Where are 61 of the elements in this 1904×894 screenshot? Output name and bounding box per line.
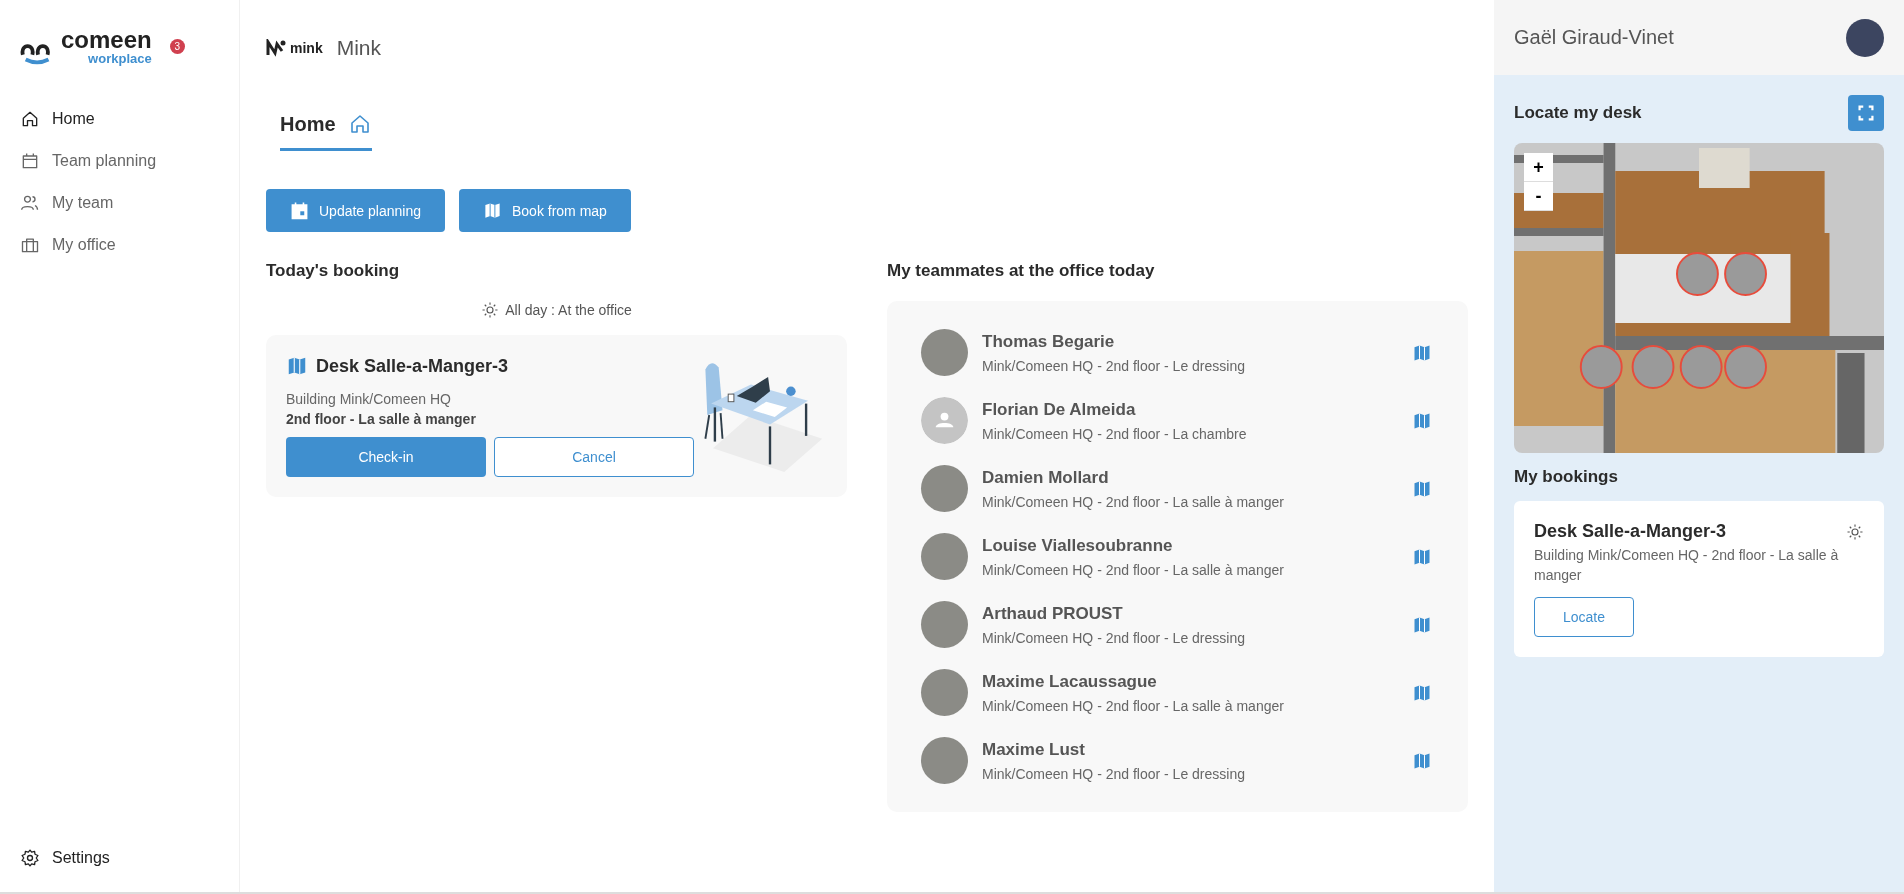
sun-icon — [481, 301, 500, 319]
teammate-name: Arthaud PROUST — [982, 603, 1124, 624]
user-avatar-placeholder[interactable] — [1846, 18, 1884, 57]
map-icon — [286, 355, 308, 377]
avatar-photo-placeholder — [921, 737, 968, 784]
locate-button[interactable]: Locate — [1534, 597, 1634, 638]
teammate-location: Mink/Comeen HQ - 2nd floor - La salle à manger — [982, 493, 1285, 510]
section-title: My teammates at the office today — [887, 261, 1156, 281]
people-icon — [20, 193, 40, 213]
user-name: Gaël Giraud-Vinet — [1514, 26, 1674, 49]
sidebar-item[interactable]: My team — [20, 189, 114, 217]
teammate-name: Damien Mollard — [982, 467, 1110, 488]
avatar-photo-placeholder — [921, 329, 968, 376]
teammate-name: Florian De Almeida — [982, 399, 1137, 420]
section-title: Locate my desk — [1514, 103, 1642, 123]
booking-period: All day : At the office — [505, 302, 632, 318]
company-logo-icon — [266, 39, 286, 57]
sun-icon — [1846, 522, 1864, 541]
teammate-location: Mink/Comeen HQ - 2nd floor - Le dressing — [982, 629, 1246, 646]
comeen-logo: comeen workplace — [20, 28, 152, 65]
booking-location: Building Mink/Comeen HQ - 2nd floor - La salle à manger — [1534, 546, 1840, 585]
desk-name: Desk Salle-a-Manger-3 — [1534, 521, 1727, 542]
calendar-icon — [290, 201, 309, 220]
settings-icon — [20, 848, 40, 868]
calendar-icon — [20, 151, 40, 171]
zoom-in-button[interactable]: + — [1524, 153, 1553, 182]
section-title: My bookings — [1514, 467, 1619, 487]
teammate-name: Maxime Lacaussague — [982, 671, 1158, 692]
book-from-map-button[interactable]: Book from map — [459, 189, 631, 232]
section-title: Today's booking — [266, 261, 401, 281]
check-in-button[interactable]: Check-in — [286, 437, 486, 477]
sidebar-item[interactable]: Home — [20, 105, 95, 133]
teammate-location: Mink/Comeen HQ - 2nd floor - La salle à manger — [982, 561, 1285, 578]
sidebar-item[interactable]: Team planning — [20, 147, 157, 175]
teammate-name: Maxime Lust — [982, 739, 1086, 760]
desk-name: Desk Salle-a-Manger-3 — [316, 355, 509, 377]
notification-badge: 3 — [169, 39, 185, 54]
cancel-button[interactable]: Cancel — [494, 437, 694, 477]
update-planning-button[interactable]: Update planning — [266, 189, 445, 232]
teammate-name: Thomas Begarie — [982, 331, 1116, 352]
sidebar-item[interactable]: My office — [20, 231, 116, 259]
avatar-photo-placeholder — [921, 601, 968, 648]
floor-room: 2nd floor - La salle à manger — [286, 411, 477, 427]
teammate-location: Mink/Comeen HQ - 2nd floor - Le dressing — [982, 765, 1246, 782]
map-icon — [483, 201, 502, 220]
fullscreen-icon — [1855, 102, 1877, 124]
company-name: Mink — [336, 36, 382, 60]
home-icon — [20, 109, 40, 129]
settings-link[interactable]: Settings — [20, 844, 110, 872]
teammate-location: Mink/Comeen HQ - 2nd floor - La salle à manger — [982, 697, 1285, 714]
fullscreen-button[interactable] — [1848, 95, 1884, 131]
avatar-photo-placeholder — [921, 533, 968, 580]
building-name: Building Mink/Comeen HQ — [286, 391, 452, 407]
home-tab[interactable]: Home — [280, 112, 372, 151]
teammate-location: Mink/Comeen HQ - 2nd floor - Le dressing — [982, 357, 1246, 374]
teammate-name: Louise Viallesoubranne — [982, 535, 1174, 556]
teammate-location: Mink/Comeen HQ - 2nd floor - La chambre — [982, 425, 1248, 442]
company-logo: mink — [266, 39, 323, 57]
default-avatar-icon — [921, 397, 968, 444]
avatar-photo-placeholder — [921, 669, 968, 716]
avatar-photo-placeholder — [921, 465, 968, 512]
